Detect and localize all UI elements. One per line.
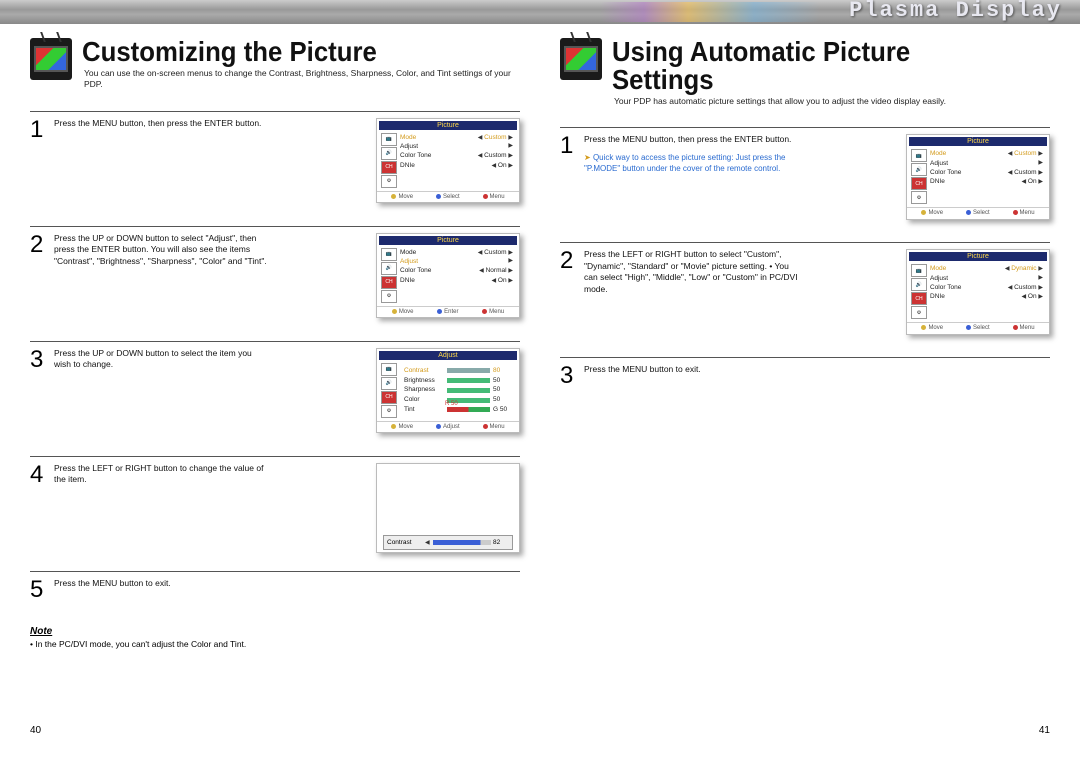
step: 3 Press the MENU button to exit. — [560, 357, 1050, 394]
osd-screenshot: Picture 📺🔊CH⚙ Mode◀ Dynamic ▶ Adjust▶ Co… — [906, 249, 1050, 334]
page-intro: You can use the on-screen menus to chang… — [84, 68, 520, 91]
osd-screenshot: Picture 📺🔊CH⚙ Mode◀ Custom ▶ Adjust▶ Col… — [906, 134, 1050, 219]
osd-screenshot: Picture 📺🔊CH⚙ Mode◀ Custom ▶ Adjust▶ Col… — [376, 233, 520, 318]
step: 2 Press the UP or DOWN button to select … — [30, 226, 520, 337]
page-number: 41 — [1039, 725, 1050, 736]
note-title: Note — [30, 626, 520, 637]
step-number: 3 — [30, 348, 48, 452]
step-number: 2 — [560, 249, 578, 353]
brand-accent — [600, 2, 820, 22]
step-number: 4 — [30, 463, 48, 567]
page-title: Customizing the Picture — [82, 38, 485, 66]
step: 3 Press the UP or DOWN button to select … — [30, 341, 520, 452]
step-text: Press the UP or DOWN button to select th… — [54, 348, 274, 452]
step: 1 Press the MENU button, then press the … — [560, 127, 1050, 238]
step-number: 2 — [30, 233, 48, 337]
step: 1 Press the MENU button, then press the … — [30, 111, 520, 222]
osd-screenshot: Picture 📺🔊CH⚙ Mode◀ Custom ▶ Adjust▶ Col… — [376, 118, 520, 203]
brand-label: Plasma Display — [849, 0, 1062, 23]
step-number: 3 — [560, 364, 578, 394]
step-text: Press the MENU button to exit. — [584, 364, 804, 394]
step-number: 1 — [30, 118, 48, 222]
step-text: Press the LEFT or RIGHT button to select… — [584, 249, 804, 353]
step-number: 1 — [560, 134, 578, 238]
step-text: Press the MENU button, then press the EN… — [584, 134, 804, 238]
step: 2 Press the LEFT or RIGHT button to sele… — [560, 242, 1050, 353]
step-text: Press the UP or DOWN button to select "A… — [54, 233, 274, 337]
tv-icon — [560, 38, 602, 80]
page-number: 40 — [30, 725, 41, 736]
page-title: Using Automatic Picture Settings — [612, 38, 1015, 94]
step-text: Press the MENU button, then press the EN… — [54, 118, 274, 222]
step-text: Press the MENU button to exit. — [54, 578, 274, 608]
step: 4 Press the LEFT or RIGHT button to chan… — [30, 456, 520, 567]
note-section: Note • In the PC/DVI mode, you can't adj… — [30, 626, 520, 649]
page-intro: Your PDP has automatic picture settings … — [614, 96, 1050, 107]
page-left: Customizing the Picture You can use the … — [0, 24, 540, 742]
note-body: • In the PC/DVI mode, you can't adjust t… — [30, 639, 520, 649]
tv-icon — [30, 38, 72, 80]
osd-screenshot: Contrast◀82 — [376, 463, 520, 553]
osd-screenshot: Adjust 📺🔊CH⚙ Contrast80 Brightness50 Sha… — [376, 348, 520, 433]
step-number: 5 — [30, 578, 48, 608]
page-right: Using Automatic Picture Settings Your PD… — [540, 24, 1080, 742]
tip-text: Quick way to access the picture setting:… — [584, 152, 798, 174]
step-text: Press the LEFT or RIGHT button to change… — [54, 463, 274, 567]
step: 5 Press the MENU button to exit. — [30, 571, 520, 608]
header-bar: Plasma Display — [0, 0, 1080, 24]
